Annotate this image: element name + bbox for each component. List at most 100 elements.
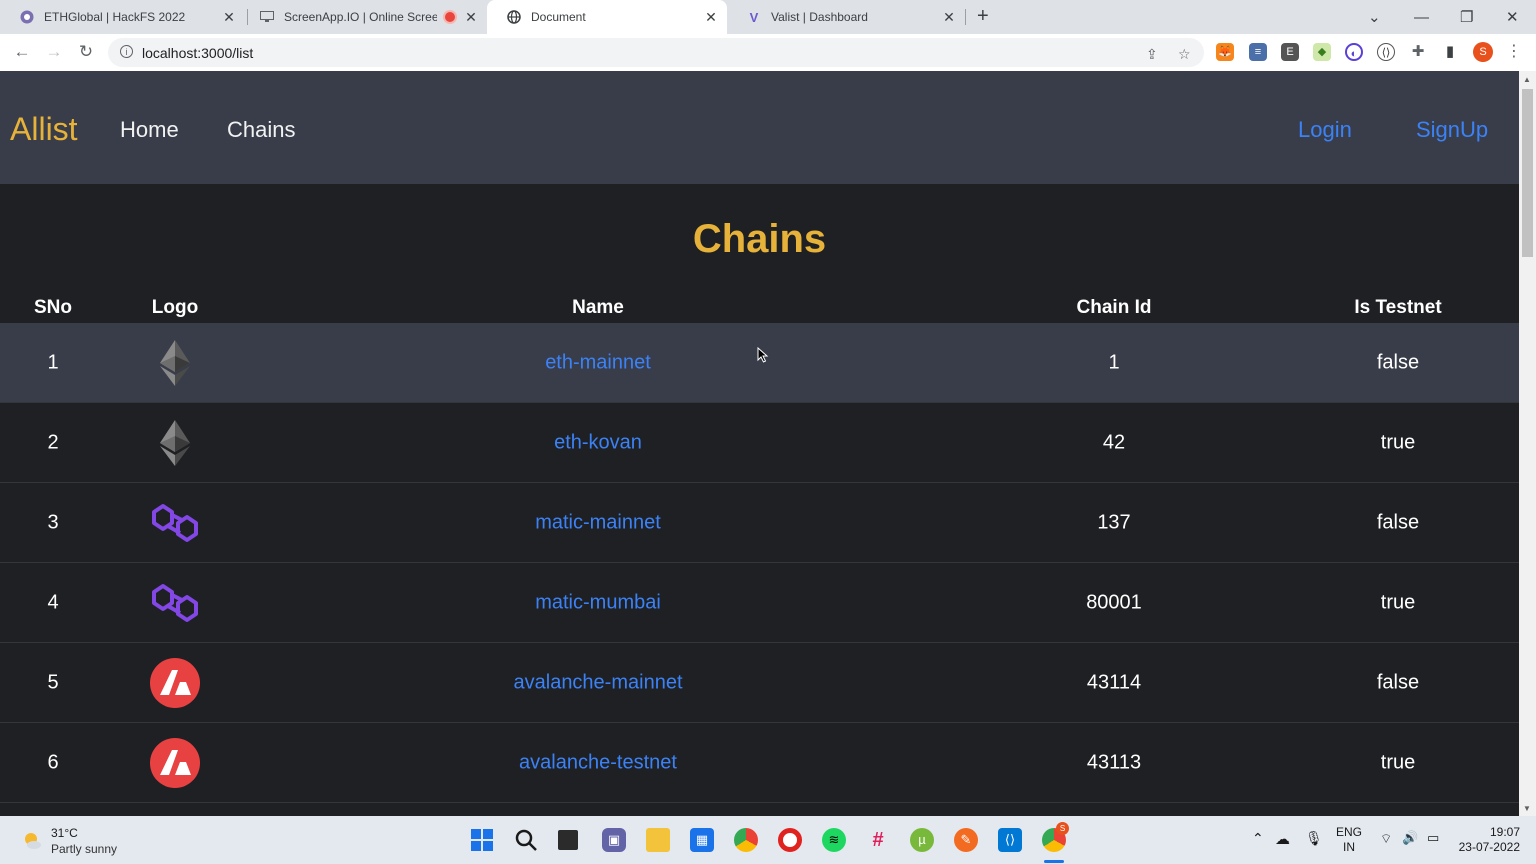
volume-icon[interactable]: 🔊: [1402, 830, 1418, 846]
profile-avatar[interactable]: S: [1473, 42, 1493, 62]
chrome-icon[interactable]: [734, 828, 758, 852]
forward-arrow-icon[interactable]: →: [42, 40, 66, 64]
opera-icon[interactable]: [778, 828, 802, 852]
clock[interactable]: 19:07 23-07-2022: [1458, 825, 1520, 855]
close-window-button[interactable]: ✕: [1506, 0, 1519, 34]
url-text[interactable]: localhost:3000/list: [142, 45, 253, 61]
cell-is-testnet: true: [1380, 751, 1416, 774]
clock-time: 19:07: [1489, 825, 1520, 839]
search-icon[interactable]: [514, 828, 538, 852]
menu-icon[interactable]: ⋮: [1505, 43, 1523, 61]
tab-search-icon[interactable]: ⌄: [1368, 0, 1381, 34]
teams-chat-icon[interactable]: ▣: [602, 828, 626, 852]
info-icon[interactable]: i: [120, 45, 133, 58]
cell-chain-id: 1: [1108, 351, 1120, 374]
table-row: 6 avalanche-testnet 43113 true: [0, 723, 1519, 803]
pencil-app-icon[interactable]: ✎: [954, 828, 978, 852]
chain-name-link[interactable]: matic-mainnet: [535, 512, 661, 535]
avalanche-logo: [150, 658, 200, 708]
chain-name-link[interactable]: avalanche-mainnet: [514, 672, 683, 695]
column-header-logo: Logo: [151, 297, 199, 318]
wifi-icon[interactable]: ⌔: [1380, 831, 1392, 847]
close-icon[interactable]: ✕: [463, 9, 479, 26]
mouse-cursor-icon: [757, 347, 769, 363]
side-panel-icon[interactable]: ▮: [1441, 43, 1459, 61]
signup-link[interactable]: SignUp: [1416, 117, 1488, 143]
nav-home-link[interactable]: Home: [120, 117, 179, 143]
cell-chain-id: 80001: [1086, 591, 1142, 614]
login-link[interactable]: Login: [1298, 117, 1352, 143]
utorrent-icon[interactable]: µ: [910, 828, 934, 852]
onedrive-icon[interactable]: ☁: [1275, 830, 1290, 848]
metamask-icon[interactable]: 🦊: [1216, 43, 1234, 61]
extension-icon[interactable]: ≡: [1249, 43, 1267, 61]
extension-e-icon[interactable]: E: [1281, 43, 1299, 61]
cell-chain-id: 137: [1097, 511, 1131, 534]
restore-button[interactable]: ❐: [1460, 0, 1473, 34]
tab-divider: [965, 9, 966, 25]
extension-leaf-icon[interactable]: ◆: [1313, 43, 1331, 61]
clock-date: 23-07-2022: [1458, 840, 1520, 854]
address-bar[interactable]: i localhost:3000/list ⇪ ☆: [108, 38, 1204, 67]
scroll-up-arrow-icon[interactable]: ▲: [1523, 75, 1531, 84]
chrome-profile-icon[interactable]: S: [1042, 822, 1069, 852]
page-title: Chains: [692, 217, 827, 261]
extension-circle-icon[interactable]: ◐: [1345, 43, 1363, 61]
valist-icon: V: [749, 9, 759, 25]
cell-sno: 4: [47, 591, 59, 614]
ethglobal-icon: [20, 10, 34, 24]
cell-is-testnet: false: [1376, 511, 1420, 534]
active-app-indicator: [1044, 860, 1064, 863]
chevron-up-icon[interactable]: ⌃: [1252, 830, 1264, 847]
partly-sunny-icon: [25, 833, 41, 849]
tab-ethglobal[interactable]: ETHGlobal | HackFS 2022 ✕: [0, 0, 245, 34]
language-code: ENG: [1336, 825, 1363, 839]
file-explorer-icon[interactable]: [646, 828, 670, 852]
tab-screenapp[interactable]: ScreenApp.IO | Online Screen ✕: [240, 0, 487, 34]
site-navbar: Allist Home Chains Login SignUp: [0, 71, 1519, 184]
cell-sno: 3: [47, 511, 59, 534]
close-icon[interactable]: ✕: [941, 9, 957, 26]
new-tab-button[interactable]: +: [977, 5, 989, 28]
microsoft-store-icon[interactable]: ▦: [690, 828, 714, 852]
chain-name-link[interactable]: eth-kovan: [554, 432, 642, 455]
scroll-down-arrow-icon[interactable]: ▼: [1523, 804, 1531, 813]
weather-temp: 31°C: [51, 826, 78, 840]
tab-title: ETHGlobal | HackFS 2022: [44, 10, 186, 24]
vscode-icon[interactable]: ⟨⟩: [998, 828, 1022, 852]
task-view-icon[interactable]: [558, 830, 578, 850]
close-icon[interactable]: ✕: [703, 9, 719, 26]
browser-tab-strip: ETHGlobal | HackFS 2022 ✕ ScreenApp.IO |…: [0, 0, 1536, 34]
windows-start-icon[interactable]: [470, 828, 494, 852]
cell-chain-id: 43114: [1086, 671, 1142, 694]
chain-name-link[interactable]: avalanche-testnet: [519, 752, 677, 775]
microphone-icon[interactable]: 🎙: [1305, 830, 1323, 847]
minimize-button[interactable]: —: [1414, 0, 1429, 34]
reload-icon[interactable]: ↻: [74, 40, 98, 64]
cell-is-testnet: true: [1380, 591, 1416, 614]
language-indicator[interactable]: ENG IN: [1336, 825, 1362, 855]
tab-valist[interactable]: V Valist | Dashboard ✕: [727, 0, 965, 34]
close-icon[interactable]: ✕: [221, 9, 237, 26]
chain-name-link[interactable]: eth-mainnet: [545, 352, 651, 375]
tab-document[interactable]: Document ✕: [487, 0, 727, 34]
scrollbar-thumb[interactable]: [1522, 89, 1533, 257]
slack-icon[interactable]: #: [866, 828, 890, 852]
share-icon[interactable]: ⇪: [1146, 46, 1158, 63]
back-arrow-icon[interactable]: ←: [10, 40, 34, 64]
tab-title: Document: [531, 10, 586, 24]
nav-chains-link[interactable]: Chains: [227, 117, 295, 143]
cell-sno: 2: [47, 431, 59, 454]
cell-chain-id: 43113: [1086, 751, 1142, 774]
star-icon[interactable]: ☆: [1178, 46, 1191, 63]
page-scrollbar[interactable]: ▲ ▼: [1519, 71, 1536, 816]
cell-is-testnet: false: [1376, 671, 1420, 694]
brand-logo[interactable]: Allist: [10, 111, 78, 148]
chain-name-link[interactable]: matic-mumbai: [535, 592, 661, 615]
polygon-logo: [150, 578, 200, 628]
extension-code-icon[interactable]: ⟨⟩: [1377, 43, 1395, 61]
battery-icon[interactable]: ▭: [1427, 830, 1439, 846]
puzzle-icon[interactable]: ✚: [1409, 43, 1427, 61]
ethereum-logo: [150, 338, 200, 388]
spotify-icon[interactable]: ≋: [822, 828, 846, 852]
